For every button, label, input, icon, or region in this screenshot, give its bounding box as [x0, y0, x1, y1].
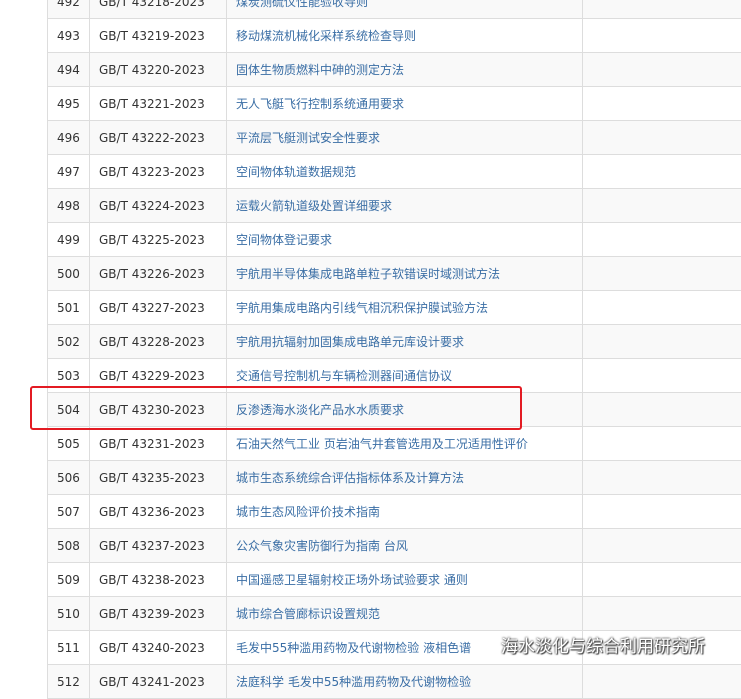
empty-cell — [582, 19, 741, 52]
standard-code: GB/T 43235-2023 — [89, 461, 226, 494]
standard-title-link[interactable]: 中国遥感卫星辐射校正场外场试验要求 通则 — [226, 563, 582, 596]
row-number: 507 — [47, 495, 89, 528]
standard-title-link[interactable]: 固体生物质燃料中砷的测定方法 — [226, 53, 582, 86]
standard-code: GB/T 43227-2023 — [89, 291, 226, 324]
table-row: 502 GB/T 43228-2023 宇航用抗辐射加固集成电路单元库设计要求 — [47, 325, 741, 359]
table-row: 495 GB/T 43221-2023 无人飞艇飞行控制系统通用要求 — [47, 87, 741, 121]
standard-code: GB/T 43219-2023 — [89, 19, 226, 52]
row-number: 508 — [47, 529, 89, 562]
standard-code: GB/T 43218-2023 — [89, 0, 226, 18]
standard-code: GB/T 43241-2023 — [89, 665, 226, 698]
standard-code: GB/T 43225-2023 — [89, 223, 226, 256]
empty-cell — [582, 359, 741, 392]
empty-cell — [582, 53, 741, 86]
empty-cell — [582, 87, 741, 120]
table-row: 500 GB/T 43226-2023 宇航用半导体集成电路单粒子软错误时域测试方法 — [47, 257, 741, 291]
standard-title-link[interactable]: 城市生态风险评价技术指南 — [226, 495, 582, 528]
row-number: 499 — [47, 223, 89, 256]
row-number: 505 — [47, 427, 89, 460]
standard-code: GB/T 43238-2023 — [89, 563, 226, 596]
table-row: 497 GB/T 43223-2023 空间物体轨道数据规范 — [47, 155, 741, 189]
row-number: 510 — [47, 597, 89, 630]
table-row: 493 GB/T 43219-2023 移动煤流机械化采样系统检查导则 — [47, 19, 741, 53]
standard-title-link[interactable]: 空间物体轨道数据规范 — [226, 155, 582, 188]
table-row: 498 GB/T 43224-2023 运载火箭轨道级处置详细要求 — [47, 189, 741, 223]
empty-cell — [582, 665, 741, 698]
row-number: 495 — [47, 87, 89, 120]
empty-cell — [582, 291, 741, 324]
row-number: 511 — [47, 631, 89, 664]
standard-title-link[interactable]: 宇航用抗辐射加固集成电路单元库设计要求 — [226, 325, 582, 358]
empty-cell — [582, 155, 741, 188]
empty-cell — [582, 121, 741, 154]
row-number: 512 — [47, 665, 89, 698]
standard-title-link[interactable]: 公众气象灾害防御行为指南 台风 — [226, 529, 582, 562]
standard-title-link[interactable]: 城市生态系统综合评估指标体系及计算方法 — [226, 461, 582, 494]
empty-cell — [582, 189, 741, 222]
standard-code: GB/T 43226-2023 — [89, 257, 226, 290]
table-row: 508 GB/T 43237-2023 公众气象灾害防御行为指南 台风 — [47, 529, 741, 563]
table-row: 501 GB/T 43227-2023 宇航用集成电路内引线气相沉积保护膜试验方法 — [47, 291, 741, 325]
standard-title-link[interactable]: 石油天然气工业 页岩油气井套管选用及工况适用性评价 — [226, 427, 582, 460]
table-row: 512 GB/T 43241-2023 法庭科学 毛发中55种滥用药物及代谢物检验 — [47, 665, 741, 699]
standard-title-link[interactable]: 宇航用集成电路内引线气相沉积保护膜试验方法 — [226, 291, 582, 324]
empty-cell — [582, 563, 741, 596]
standard-title-link[interactable]: 宇航用半导体集成电路单粒子软错误时域测试方法 — [226, 257, 582, 290]
standard-code: GB/T 43222-2023 — [89, 121, 226, 154]
standard-code: GB/T 43223-2023 — [89, 155, 226, 188]
standards-table: 492 GB/T 43218-2023 煤炭测硫仪性能验收导则 493 GB/T 432… — [47, 0, 741, 699]
row-number: 500 — [47, 257, 89, 290]
watermark: 海水淡化与综合利用研究所 — [474, 632, 705, 657]
table-row: 496 GB/T 43222-2023 平流层飞艇测试安全性要求 — [47, 121, 741, 155]
standard-title-link[interactable]: 煤炭测硫仪性能验收导则 — [226, 0, 582, 18]
empty-cell — [582, 529, 741, 562]
row-number: 501 — [47, 291, 89, 324]
empty-cell — [582, 495, 741, 528]
row-number: 498 — [47, 189, 89, 222]
empty-cell — [582, 597, 741, 630]
table-row: 509 GB/T 43238-2023 中国遥感卫星辐射校正场外场试验要求 通则 — [47, 563, 741, 597]
standard-code: GB/T 43221-2023 — [89, 87, 226, 120]
standard-title-link[interactable]: 移动煤流机械化采样系统检查导则 — [226, 19, 582, 52]
row-number: 506 — [47, 461, 89, 494]
highlight-box — [30, 386, 522, 430]
standard-code: GB/T 43236-2023 — [89, 495, 226, 528]
empty-cell — [582, 393, 741, 426]
table-row: 494 GB/T 43220-2023 固体生物质燃料中砷的测定方法 — [47, 53, 741, 87]
empty-cell — [582, 461, 741, 494]
table-row: 506 GB/T 43235-2023 城市生态系统综合评估指标体系及计算方法 — [47, 461, 741, 495]
standard-code: GB/T 43240-2023 — [89, 631, 226, 664]
table-row: 499 GB/T 43225-2023 空间物体登记要求 — [47, 223, 741, 257]
row-number: 502 — [47, 325, 89, 358]
empty-cell — [582, 0, 741, 18]
table-row: 492 GB/T 43218-2023 煤炭测硫仪性能验收导则 — [47, 0, 741, 19]
row-number: 509 — [47, 563, 89, 596]
wechat-icon — [474, 633, 501, 656]
row-number: 496 — [47, 121, 89, 154]
standard-code: GB/T 43237-2023 — [89, 529, 226, 562]
standard-title-link[interactable]: 法庭科学 毛发中55种滥用药物及代谢物检验 — [226, 665, 582, 698]
row-number: 492 — [47, 0, 89, 18]
empty-cell — [582, 223, 741, 256]
row-number: 493 — [47, 19, 89, 52]
standard-title-link[interactable]: 城市综合管廊标识设置规范 — [226, 597, 582, 630]
empty-cell — [582, 427, 741, 460]
standard-code: GB/T 43231-2023 — [89, 427, 226, 460]
standard-code: GB/T 43220-2023 — [89, 53, 226, 86]
standard-code: GB/T 43239-2023 — [89, 597, 226, 630]
table-row: 510 GB/T 43239-2023 城市综合管廊标识设置规范 — [47, 597, 741, 631]
standard-code: GB/T 43224-2023 — [89, 189, 226, 222]
standard-title-link[interactable]: 运载火箭轨道级处置详细要求 — [226, 189, 582, 222]
table-row: 507 GB/T 43236-2023 城市生态风险评价技术指南 — [47, 495, 741, 529]
standard-title-link[interactable]: 空间物体登记要求 — [226, 223, 582, 256]
standard-code: GB/T 43228-2023 — [89, 325, 226, 358]
standard-title-link[interactable]: 平流层飞艇测试安全性要求 — [226, 121, 582, 154]
standard-title-link[interactable]: 无人飞艇飞行控制系统通用要求 — [226, 87, 582, 120]
row-number: 494 — [47, 53, 89, 86]
empty-cell — [582, 257, 741, 290]
table-row: 505 GB/T 43231-2023 石油天然气工业 页岩油气井套管选用及工况适用… — [47, 427, 741, 461]
row-number: 497 — [47, 155, 89, 188]
empty-cell — [582, 325, 741, 358]
watermark-text: 海水淡化与综合利用研究所 — [501, 637, 705, 657]
